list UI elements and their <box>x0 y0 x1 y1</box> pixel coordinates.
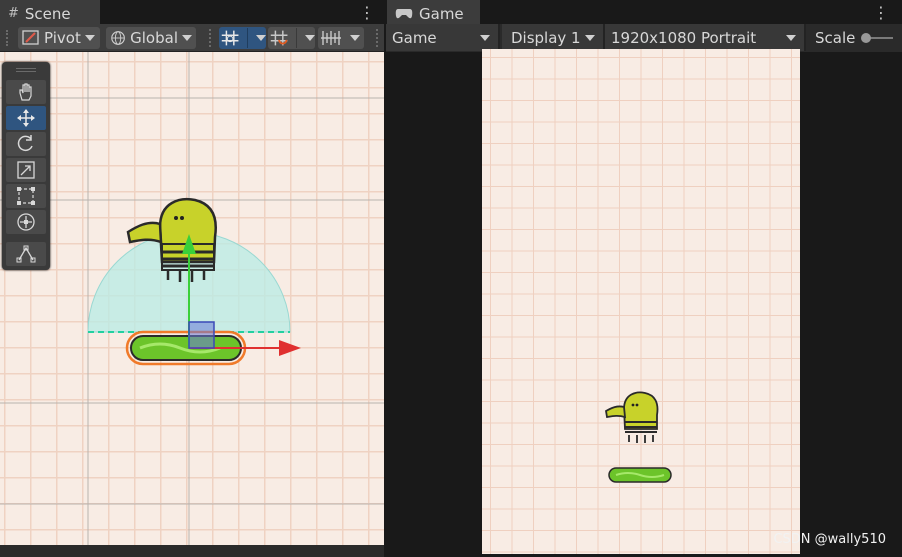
game-platform-sprite <box>608 467 672 483</box>
chevron-down-icon <box>786 35 796 41</box>
chevron-down-icon <box>350 35 360 41</box>
increment-snap-toggle[interactable] <box>268 27 315 49</box>
scene-more-icon[interactable]: ⋮ <box>359 2 375 22</box>
grid-icon: # <box>8 6 19 21</box>
global-label: Global <box>130 29 178 47</box>
scale-slider[interactable] <box>861 33 894 43</box>
transform-icon <box>17 213 35 231</box>
scale-tool-button[interactable] <box>6 158 46 182</box>
pivot-label: Pivot <box>44 29 81 47</box>
resolution-select[interactable]: 1920x1080 Portrait <box>605 24 806 51</box>
display-label: Display 1 <box>511 28 581 47</box>
move-tool-button[interactable] <box>6 106 46 130</box>
chevron-down-icon <box>84 35 95 41</box>
chevron-down-icon <box>256 35 266 41</box>
scene-bottom-bar <box>0 545 384 557</box>
toolbar-grip-icon <box>209 29 213 47</box>
transform-tool-button[interactable] <box>6 210 46 234</box>
tab-game-label: Game <box>419 4 464 23</box>
grid-snap-icon <box>221 30 239 46</box>
game-view-select[interactable]: Game <box>386 24 500 51</box>
game-view-label: Game <box>392 28 437 47</box>
grid-visibility-toggle[interactable] <box>318 27 364 49</box>
scale-slider-thumb[interactable] <box>861 33 872 43</box>
scale-label: Scale <box>815 29 856 47</box>
game-canvas <box>482 49 800 554</box>
move-arrows-icon <box>17 109 35 127</box>
chevron-down-icon <box>182 35 192 41</box>
scale-icon <box>17 161 35 179</box>
rect-tool-button[interactable] <box>6 184 46 208</box>
grid-snap-toggle[interactable] <box>219 27 266 49</box>
tab-scene[interactable]: # Scene <box>0 0 100 25</box>
game-more-icon[interactable]: ⋮ <box>873 2 889 22</box>
magnet-grid-icon <box>270 30 288 46</box>
scene-toolbar: Pivot Global <box>0 24 384 52</box>
custom-editor-tool-icon <box>16 245 36 263</box>
chevron-down-icon <box>480 35 490 41</box>
global-dropdown[interactable]: Global <box>106 27 196 49</box>
scale-control: Scale <box>808 26 902 50</box>
scene-viewport[interactable] <box>0 52 384 545</box>
chevron-down-icon <box>585 35 595 41</box>
resolution-label: 1920x1080 Portrait <box>611 28 757 47</box>
display-select[interactable]: Display 1 <box>502 24 605 51</box>
grid-ruler-icon <box>321 31 341 45</box>
game-view <box>482 49 800 554</box>
pivot-icon <box>22 30 39 45</box>
scene-tools-palette <box>2 62 50 270</box>
rect-transform-icon <box>17 187 35 205</box>
hand-icon <box>19 83 32 101</box>
palette-grip-icon <box>16 68 36 69</box>
pivot-dropdown[interactable]: Pivot <box>18 27 100 49</box>
tab-game[interactable]: Game <box>387 0 480 25</box>
rotate-icon <box>17 135 33 152</box>
rotate-tool-button[interactable] <box>6 132 46 156</box>
toolbar-grip-icon <box>6 30 10 46</box>
watermark-text: CSDN @wally510 <box>773 532 886 547</box>
toolbar-grip-icon <box>376 29 380 47</box>
hand-tool-button[interactable] <box>6 80 46 104</box>
chevron-down-icon <box>305 35 315 41</box>
tab-scene-label: Scene <box>24 4 71 23</box>
scene-canvas <box>0 52 384 545</box>
custom-tool-button[interactable] <box>6 242 46 266</box>
globe-icon <box>111 31 125 45</box>
gamepad-icon <box>395 8 413 18</box>
